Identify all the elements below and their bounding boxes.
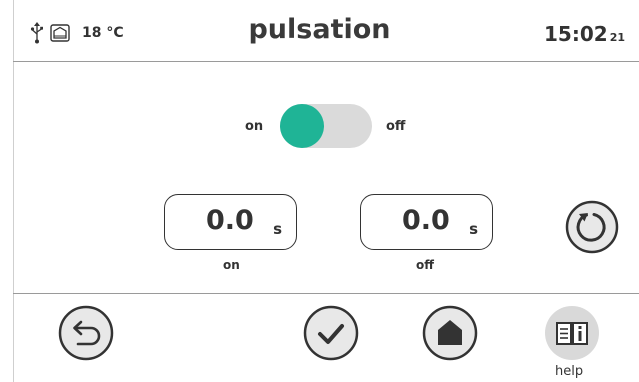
clock-seconds: 21 [609,31,625,44]
off-duration-value: 0.0 [402,205,450,236]
off-duration-unit: s [469,220,478,238]
help-label: help [555,364,584,379]
toggle-knob [280,104,324,148]
reset-button[interactable] [565,200,619,254]
on-duration-field[interactable]: 0.0 s [164,194,297,250]
back-icon [58,305,114,361]
toggle-off-label: off [386,119,406,134]
home-button[interactable] [422,305,478,361]
on-duration-value: 0.0 [206,205,254,236]
reset-icon [565,200,619,254]
off-duration-label: off [416,258,434,272]
on-duration-unit: s [273,220,282,238]
off-duration-field[interactable]: 0.0 s [360,194,493,250]
on-duration-label: on [223,258,240,272]
back-button[interactable] [58,305,114,361]
header-divider [13,61,639,62]
toggle-on-label: on [245,119,264,134]
confirm-button[interactable] [303,305,359,361]
clock: 15:02 21 [544,22,625,46]
clock-time: 15:02 [544,22,608,46]
confirm-icon [303,305,359,361]
pulsation-toggle[interactable] [280,104,372,148]
help-button[interactable] [544,305,600,361]
help-book-icon [545,306,599,360]
footer-divider [13,293,639,294]
home-icon [422,305,478,361]
